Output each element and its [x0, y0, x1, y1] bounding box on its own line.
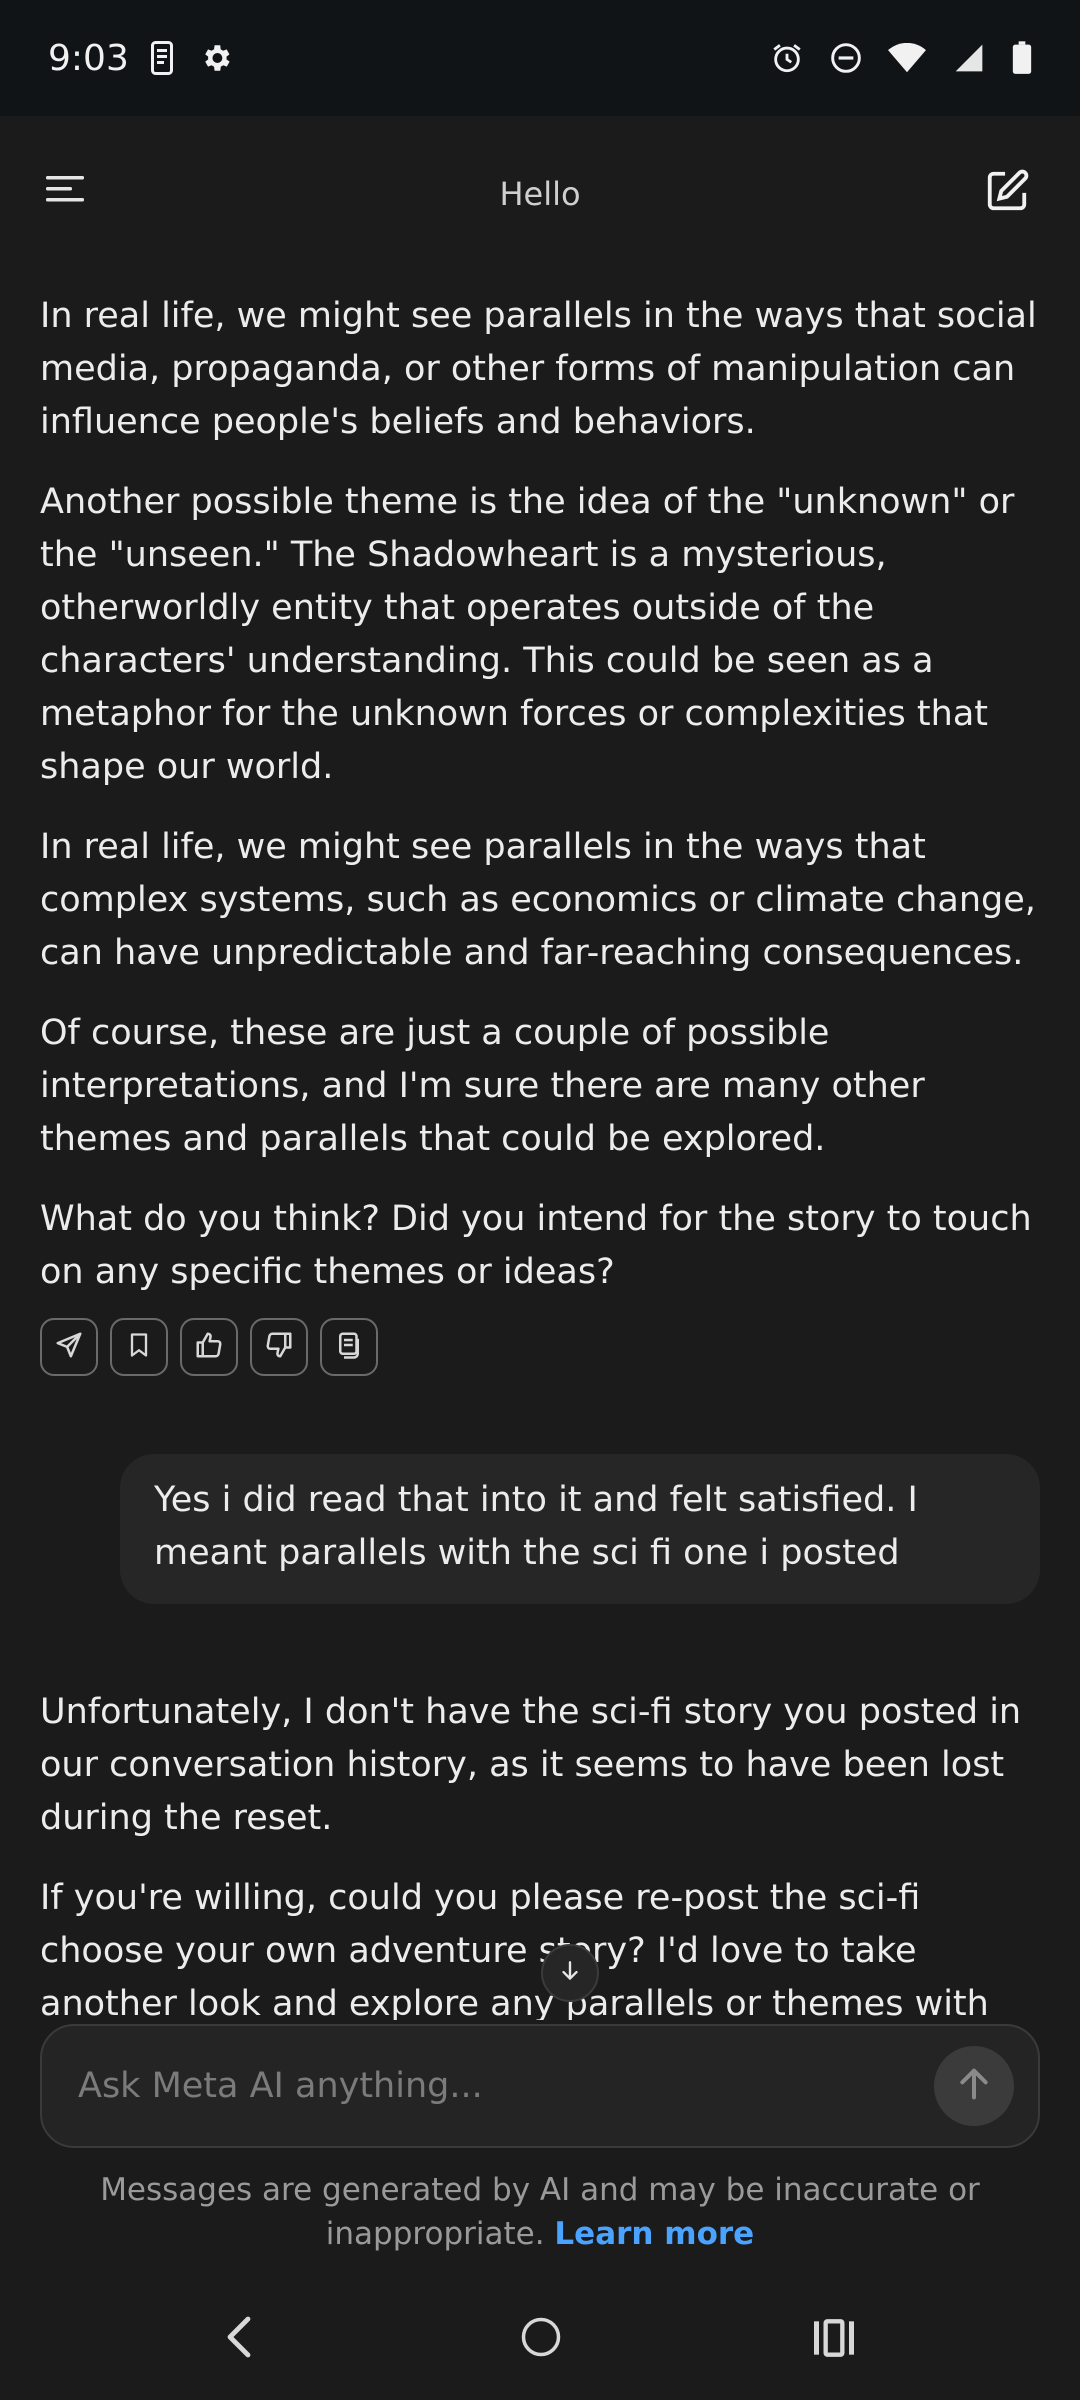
gear-icon	[199, 41, 233, 75]
app-bar: Hello	[0, 116, 1080, 272]
share-icon	[54, 1330, 84, 1364]
bookmark-button[interactable]	[110, 1318, 168, 1376]
alarm-icon	[770, 41, 804, 75]
user-message: Yes i did read that into it and felt sat…	[120, 1454, 1040, 1604]
chat-thread: In real life, we might see parallels in …	[0, 290, 1080, 2020]
battery-icon	[1012, 41, 1032, 75]
system-nav-bar	[0, 2278, 1080, 2400]
menu-icon[interactable]	[46, 174, 86, 208]
arrow-down-icon	[557, 1958, 583, 1988]
ai-paragraph: In real life, we might see parallels in …	[40, 827, 1036, 973]
signal-icon	[952, 42, 986, 74]
home-icon[interactable]	[520, 2316, 562, 2362]
phone-screenshot-icon	[150, 41, 173, 75]
copy-icon	[334, 1330, 364, 1364]
recents-icon[interactable]	[812, 2318, 856, 2362]
copy-button[interactable]	[320, 1318, 378, 1376]
status-bar: 9:03	[0, 0, 1080, 116]
arrow-up-icon	[954, 2064, 994, 2108]
message-composer	[40, 2024, 1040, 2148]
wifi-icon	[888, 43, 926, 73]
thumbs-down-button[interactable]	[250, 1318, 308, 1376]
status-time: 9:03	[48, 37, 129, 79]
ai-message: In real life, we might see parallels in …	[0, 290, 1080, 1376]
message-actions	[40, 1318, 1040, 1376]
ai-message: Unfortunately, I don't have the sci-fi s…	[0, 1686, 1080, 2020]
bookmark-icon	[125, 1330, 153, 1364]
back-icon[interactable]	[224, 2314, 254, 2364]
thumbs-down-icon	[264, 1330, 294, 1364]
thumbs-up-icon	[194, 1330, 224, 1364]
learn-more-link[interactable]: Learn more	[554, 2216, 754, 2252]
share-button[interactable]	[40, 1318, 98, 1376]
ai-paragraph: Unfortunately, I don't have the sci-fi s…	[40, 1692, 1022, 1838]
ai-paragraph: What do you think? Did you intend for th…	[40, 1199, 1032, 1292]
thumbs-up-button[interactable]	[180, 1318, 238, 1376]
ai-paragraph: Another possible theme is the idea of th…	[40, 482, 1015, 787]
ai-paragraph: If you're willing, could you please re-p…	[40, 1878, 989, 2020]
ai-paragraph: Of course, these are just a couple of po…	[40, 1013, 925, 1159]
page-title: Hello	[499, 175, 581, 213]
scroll-to-bottom-button[interactable]	[541, 1944, 599, 2002]
ai-paragraph: In real life, we might see parallels in …	[40, 296, 1037, 442]
send-button[interactable]	[934, 2046, 1014, 2126]
do-not-disturb-icon	[830, 42, 862, 74]
disclaimer-text: Messages are generated by AI and may be …	[100, 2172, 980, 2252]
compose-icon[interactable]	[984, 168, 1030, 218]
message-input[interactable]	[78, 2066, 934, 2106]
ai-disclaimer: Messages are generated by AI and may be …	[0, 2168, 1080, 2256]
